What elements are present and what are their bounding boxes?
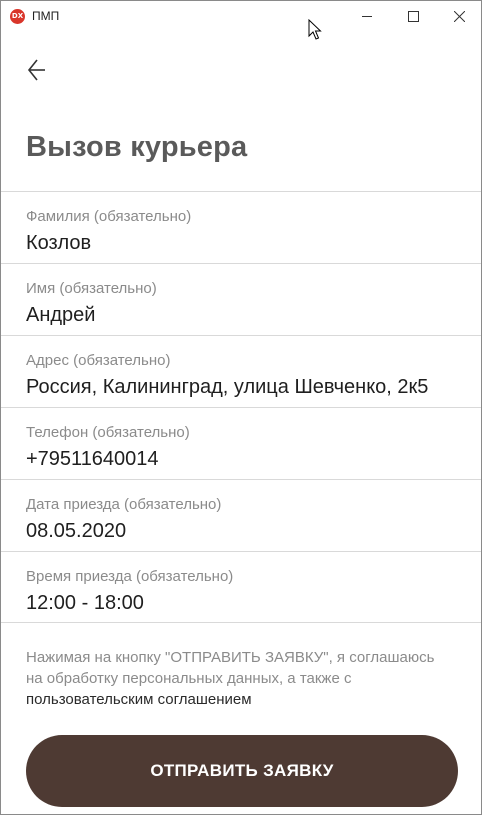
address-input[interactable]: Россия, Калининград, улица Шевченко, 2к5 [26,376,476,399]
arrival-date-field[interactable]: Дата приезда (обязательно) 08.05.2020 [1,479,481,551]
page-title: Вызов курьера [26,131,248,163]
surname-input[interactable]: Козлов [26,232,476,255]
maximize-icon [407,10,419,22]
field-label: Телефон (обязательно) [26,424,190,441]
field-label: Имя (обязательно) [26,280,157,297]
maximize-button[interactable] [390,1,436,31]
minimize-icon [361,15,372,17]
consent-body: Нажимая на кнопку "ОТПРАВИТЬ ЗАЯВКУ", я … [26,649,435,687]
arrival-time-field[interactable]: Время приезда (обязательно) 12:00 - 18:0… [1,551,481,623]
minimize-button[interactable] [344,1,390,31]
close-icon [453,10,465,22]
app-logo-icon: DX [10,9,25,24]
window-title: ПМП [32,9,60,23]
close-button[interactable] [436,1,481,31]
phone-input[interactable]: +79511640014 [26,448,476,471]
address-field[interactable]: Адрес (обязательно) Россия, Калининград,… [1,335,481,407]
mouse-pointer-icon [308,19,322,40]
field-label: Адрес (обязательно) [26,352,171,369]
field-label: Время приезда (обязательно) [26,568,234,585]
name-field[interactable]: Имя (обязательно) Андрей [1,263,481,335]
field-label: Фамилия (обязательно) [26,208,192,225]
user-agreement-link[interactable]: пользовательским соглашением [26,691,252,708]
arrival-date-input[interactable]: 08.05.2020 [26,520,476,543]
courier-form: Фамилия (обязательно) Козлов Имя (обязат… [1,191,481,623]
title-bar: DX ПМП [1,1,481,31]
phone-field[interactable]: Телефон (обязательно) +79511640014 [1,407,481,479]
back-button[interactable] [23,55,53,85]
app-window: DX ПМП Вызов курьера Фамилия (обязательн… [0,0,482,815]
name-input[interactable]: Андрей [26,304,476,327]
surname-field[interactable]: Фамилия (обязательно) Козлов [1,191,481,263]
arrival-time-input[interactable]: 12:00 - 18:00 [26,592,476,615]
arrow-left-icon [27,59,45,81]
field-label: Дата приезда (обязательно) [26,496,222,513]
submit-request-button[interactable]: ОТПРАВИТЬ ЗАЯВКУ [26,735,458,807]
consent-text: Нажимая на кнопку "ОТПРАВИТЬ ЗАЯВКУ", я … [26,647,436,710]
